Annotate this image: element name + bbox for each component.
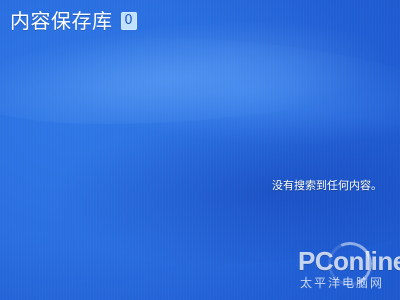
empty-state-message: 没有搜索到任何内容。 bbox=[272, 179, 382, 192]
pconline-watermark: PConline 太平洋电脑网 bbox=[272, 235, 400, 296]
page-title: 内容保存库 bbox=[10, 9, 113, 33]
watermark-subtitle: 太平洋电脑网 bbox=[300, 276, 385, 290]
count-badge: 0 bbox=[120, 12, 137, 30]
watermark-logo: PConline bbox=[298, 246, 400, 276]
header: 内容保存库 0 bbox=[10, 8, 137, 34]
background-wave-light bbox=[0, 22, 400, 178]
